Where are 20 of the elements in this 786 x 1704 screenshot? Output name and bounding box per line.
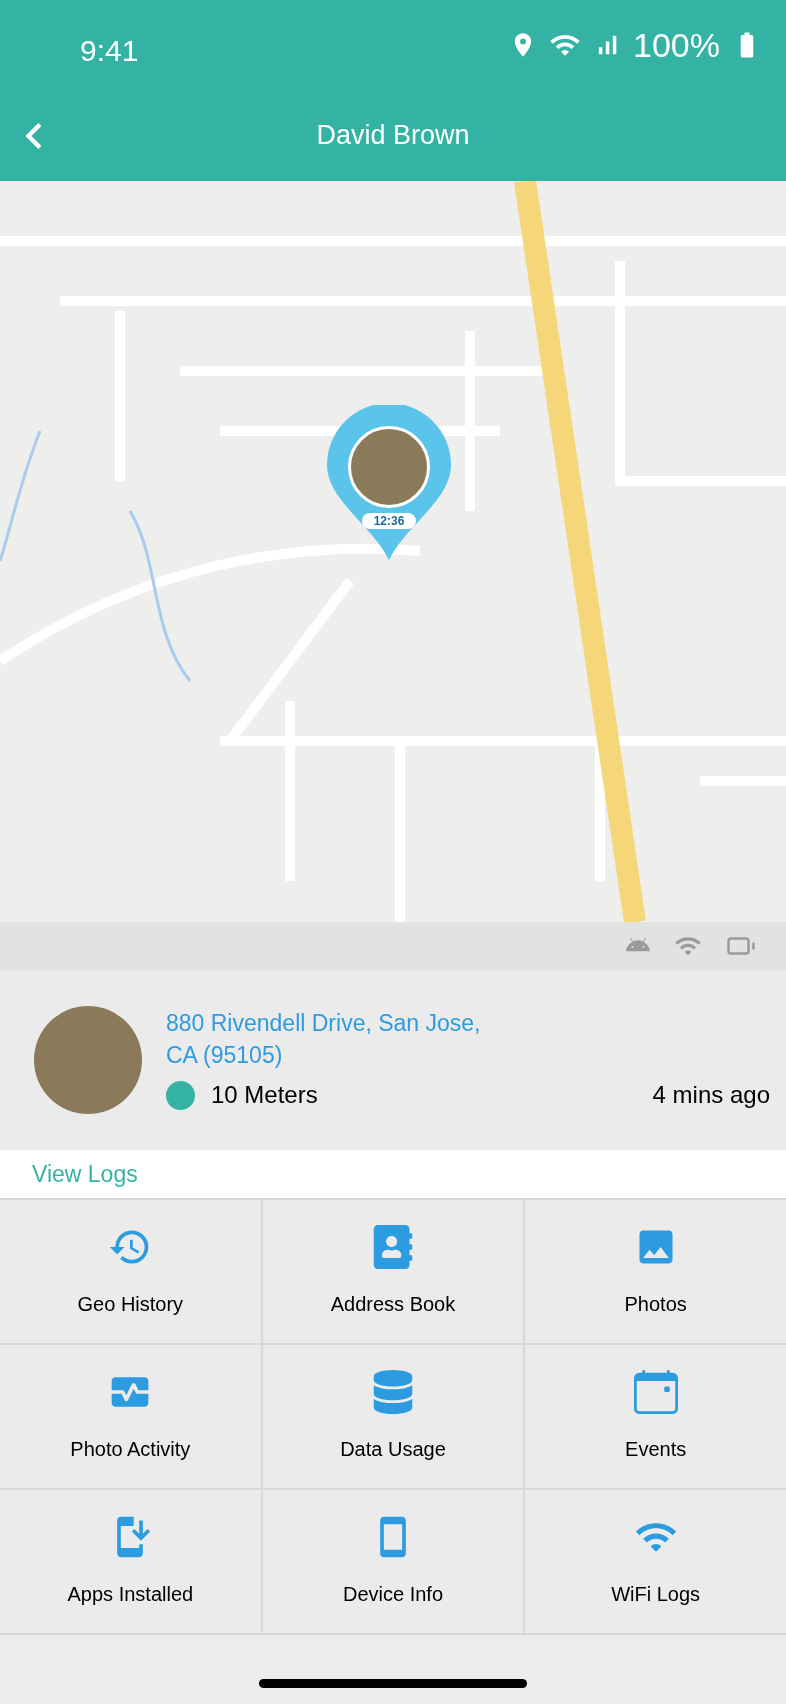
updated-time: 4 mins ago	[652, 1080, 770, 1110]
feature-tile[interactable]: Apps Installed	[0, 1490, 261, 1633]
battery-percent: 100%	[633, 24, 720, 66]
address-book-icon	[371, 1224, 415, 1269]
location-pin[interactable]: 12:36	[327, 405, 451, 560]
feature-tile[interactable]: Photo Activity	[0, 1345, 261, 1488]
feature-tile[interactable]: Photos	[525, 1200, 786, 1343]
database-icon	[371, 1369, 415, 1414]
feature-tile[interactable]: Data Usage	[262, 1345, 524, 1488]
map-view[interactable]: 12:36	[0, 181, 786, 922]
accuracy-text: 10 Meters	[211, 1080, 318, 1110]
pin-time: 12:36	[362, 513, 416, 529]
page-title: David Brown	[316, 119, 470, 153]
status-time: 9:41	[80, 32, 139, 69]
feature-tile[interactable]: WiFi Logs	[525, 1490, 786, 1633]
calendar-icon	[633, 1369, 678, 1414]
feature-tile[interactable]: Events	[525, 1345, 786, 1488]
feature-tile[interactable]: Geo History	[0, 1200, 261, 1343]
feature-tile[interactable]: Device Info	[262, 1490, 524, 1633]
feature-tile[interactable]: Address Book	[262, 1200, 524, 1343]
